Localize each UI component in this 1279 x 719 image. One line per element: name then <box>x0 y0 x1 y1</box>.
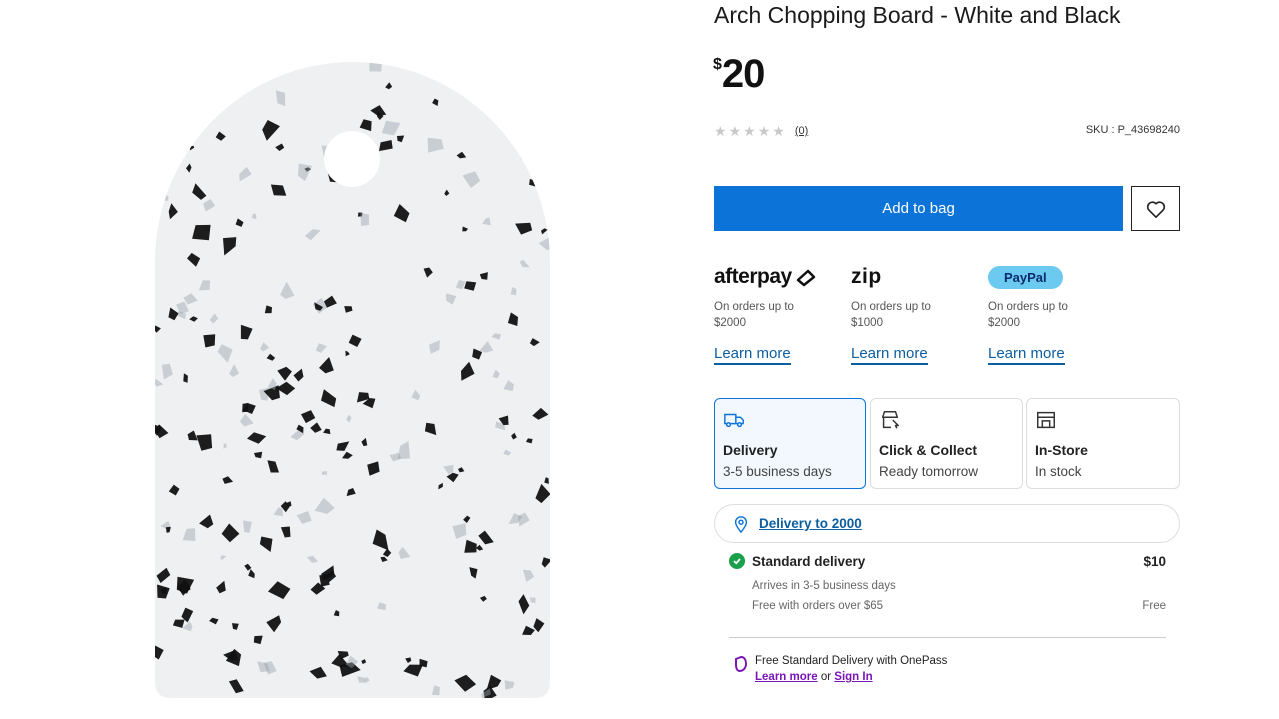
star-icon: ★ <box>772 123 785 139</box>
currency-symbol: $ <box>713 56 722 73</box>
payment-afterpay: afterpay On orders up to $2000 Learn more <box>714 262 844 365</box>
payment-paypal: PayPal On orders up to $2000 Learn more <box>988 262 1118 365</box>
paypal-line1: On orders up to <box>988 301 1068 313</box>
zip-learn-more-link[interactable]: Learn more <box>851 345 928 365</box>
onepass-sign-in-link[interactable]: Sign In <box>834 671 872 683</box>
standard-delivery-free-label: Free <box>1142 600 1166 612</box>
rating-count-link[interactable]: (0) <box>795 125 808 137</box>
rating[interactable]: ★ ★ ★ ★ ★ (0) <box>714 124 808 138</box>
check-circle-icon <box>729 553 745 569</box>
tab-in-store-subtitle: In stock <box>1035 464 1082 479</box>
onepass-learn-more-link[interactable]: Learn more <box>755 671 818 683</box>
tab-delivery-subtitle: 3-5 business days <box>723 464 832 479</box>
hang-hole <box>324 131 380 187</box>
divider <box>729 637 1166 638</box>
click-collect-icon <box>881 411 899 429</box>
star-icon: ★ <box>757 123 771 139</box>
chopping-board-illustration <box>155 62 550 698</box>
paypal-line2: $2000 <box>988 317 1020 329</box>
store-icon <box>1037 411 1055 429</box>
standard-delivery-arrives: Arrives in 3-5 business days <box>752 580 896 592</box>
truck-icon <box>724 413 744 428</box>
onepass-text: Free Standard Delivery with OnePass <box>755 655 948 667</box>
location-pin-icon <box>734 515 748 533</box>
tab-click-collect-title: Click & Collect <box>879 442 978 458</box>
standard-delivery-price: $10 <box>1143 553 1166 569</box>
star-icon: ★ <box>743 123 756 139</box>
tab-click-collect[interactable]: Click & Collect Ready tomorrow <box>870 398 1023 489</box>
afterpay-arrows-icon <box>796 269 815 287</box>
afterpay-learn-more-link[interactable]: Learn more <box>714 345 791 365</box>
tab-in-store-title: In-Store <box>1035 442 1088 458</box>
delivery-location-selector[interactable]: Delivery to 2000 <box>714 504 1180 543</box>
product-image <box>155 62 550 698</box>
standard-delivery-title: Standard delivery <box>752 553 866 569</box>
price-amount: 20 <box>721 52 765 96</box>
tab-delivery-title: Delivery <box>723 442 778 458</box>
tab-delivery[interactable]: Delivery 3-5 business days <box>714 398 866 489</box>
standard-delivery: Standard delivery $10 Arrives in 3-5 bus… <box>729 553 1166 612</box>
zip-line2: $1000 <box>851 317 883 329</box>
zip-line1: On orders up to <box>851 301 931 313</box>
paypal-logo: PayPal <box>988 262 1118 292</box>
product-price: $20 <box>713 52 765 97</box>
zip-logo: zip <box>851 265 882 288</box>
onepass-icon <box>735 655 748 673</box>
add-to-bag-button[interactable]: Add to bag <box>714 186 1123 231</box>
paypal-learn-more-link[interactable]: Learn more <box>988 345 1065 365</box>
delivery-location-link[interactable]: Delivery to 2000 <box>759 516 862 531</box>
tab-in-store[interactable]: In-Store In stock <box>1026 398 1180 489</box>
afterpay-line1: On orders up to <box>714 301 794 313</box>
onepass-or: or <box>820 671 832 683</box>
afterpay-line2: $2000 <box>714 317 746 329</box>
heart-icon <box>1146 200 1165 218</box>
afterpay-logo: afterpay <box>714 262 844 292</box>
tab-click-collect-subtitle: Ready tomorrow <box>879 464 979 479</box>
onepass-promo: Free Standard Delivery with OnePass Lear… <box>732 653 947 685</box>
payment-zip: zip On orders up to $1000 Learn more <box>851 262 981 365</box>
star-icon: ★ <box>728 123 742 139</box>
standard-delivery-free-note: Free with orders over $65 <box>752 600 884 612</box>
sku: SKU : P_43698240 <box>1085 124 1180 136</box>
product-title: Arch Chopping Board - White and Black <box>714 2 1121 28</box>
wishlist-button[interactable] <box>1131 186 1180 231</box>
star-icon: ★ <box>714 123 727 139</box>
